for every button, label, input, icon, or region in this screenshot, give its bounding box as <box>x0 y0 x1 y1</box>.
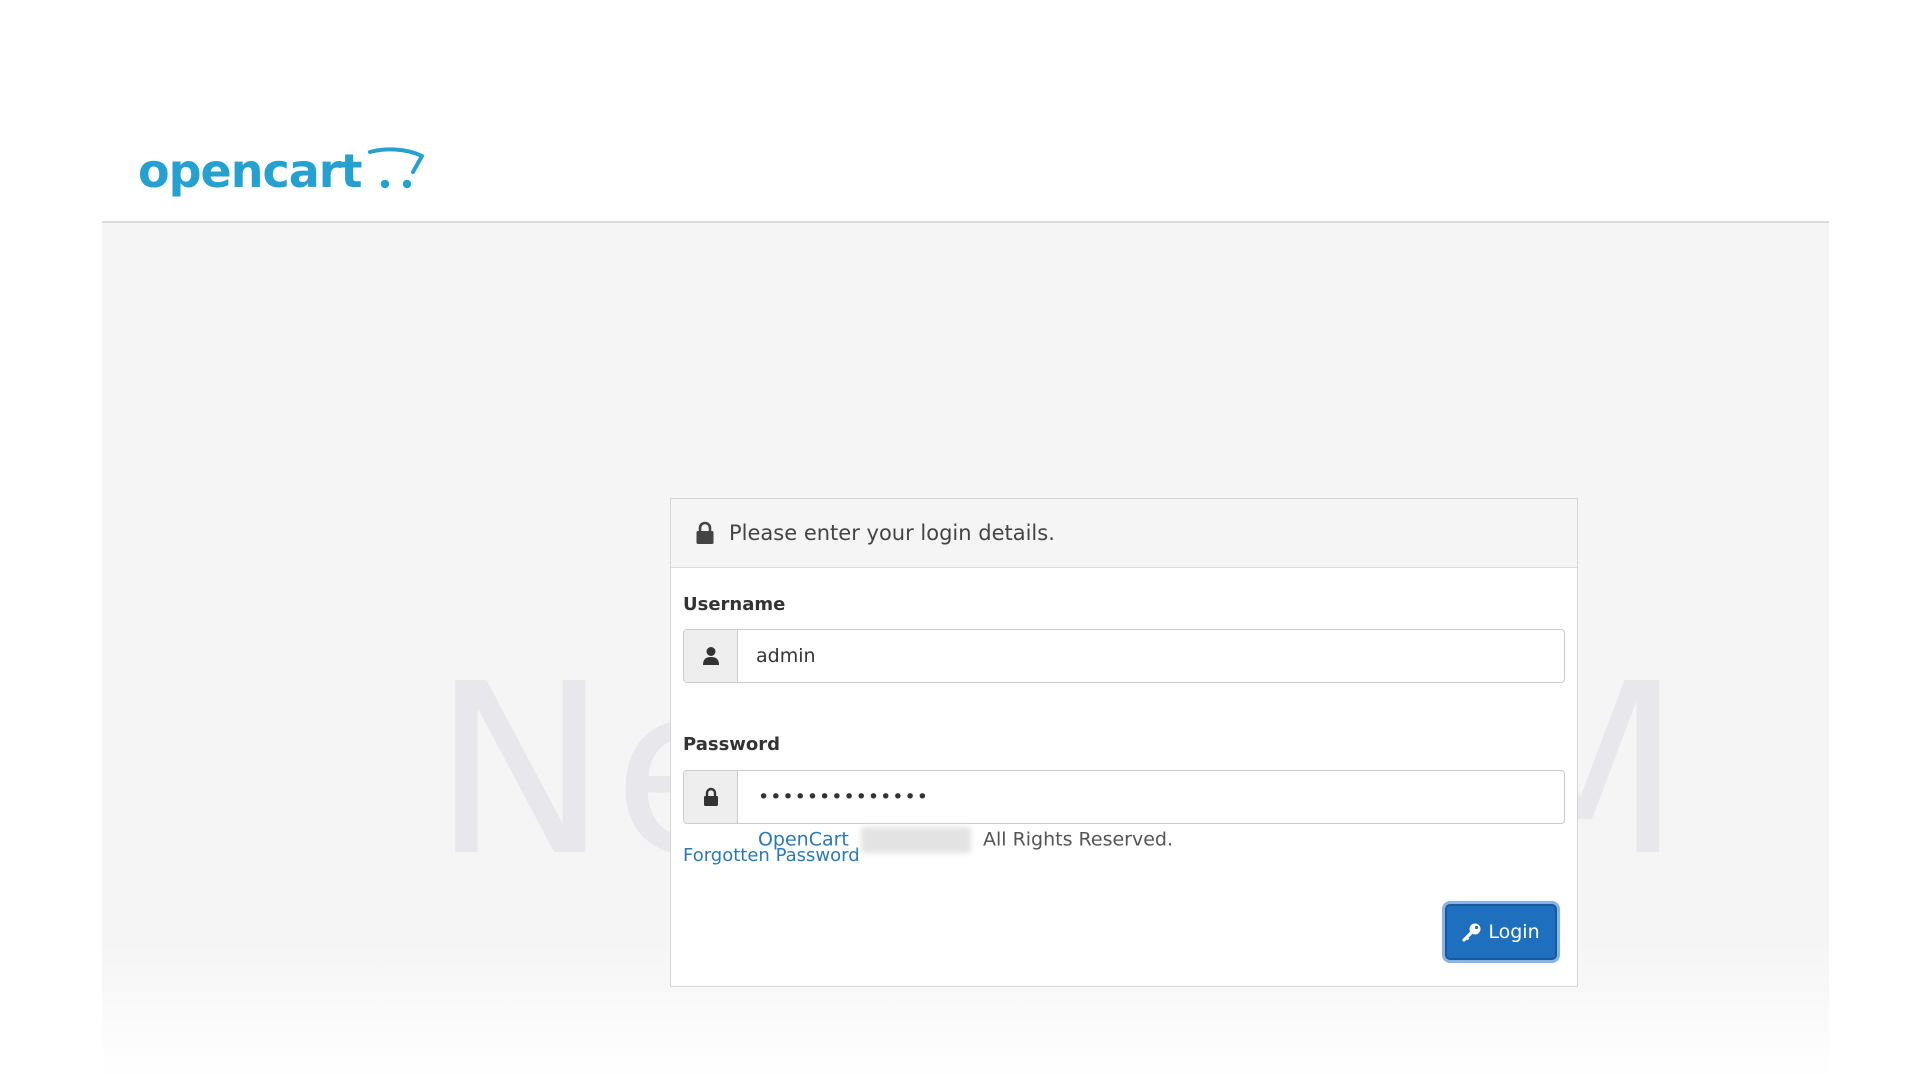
panel-title: Please enter your login details. <box>729 521 1055 545</box>
content-area: NeuronVM Please enter your login details… <box>102 223 1829 1080</box>
lock-icon-addon <box>684 771 738 823</box>
key-icon <box>1462 923 1481 942</box>
user-icon <box>702 647 719 665</box>
username-input[interactable] <box>738 630 1564 682</box>
blurred-version <box>860 827 971 853</box>
opencart-logo[interactable]: opencart <box>138 146 425 194</box>
login-panel: Please enter your login details. Usernam… <box>670 498 1578 987</box>
page: opencart NeuronVM Please enter your logi… <box>0 0 1920 1080</box>
panel-heading: Please enter your login details. <box>671 499 1577 568</box>
lock-icon <box>703 787 718 806</box>
lock-icon <box>696 521 714 544</box>
user-icon-addon <box>684 630 738 682</box>
username-input-group <box>683 629 1565 683</box>
login-button-label: Login <box>1488 921 1540 943</box>
password-input-group: •••••••••••••• <box>683 770 1565 824</box>
opencart-footer-link[interactable]: OpenCart <box>758 829 849 851</box>
username-label: Username <box>683 594 786 615</box>
logo-text: opencart <box>138 144 362 198</box>
footer-rights-text: All Rights Reserved. <box>982 828 1174 851</box>
password-input[interactable]: •••••••••••••• <box>738 771 1564 823</box>
footer: OpenCart All Rights Reserved. <box>102 827 1829 853</box>
password-label: Password <box>683 734 781 755</box>
cart-icon <box>368 147 425 189</box>
login-button[interactable]: Login <box>1445 904 1557 960</box>
